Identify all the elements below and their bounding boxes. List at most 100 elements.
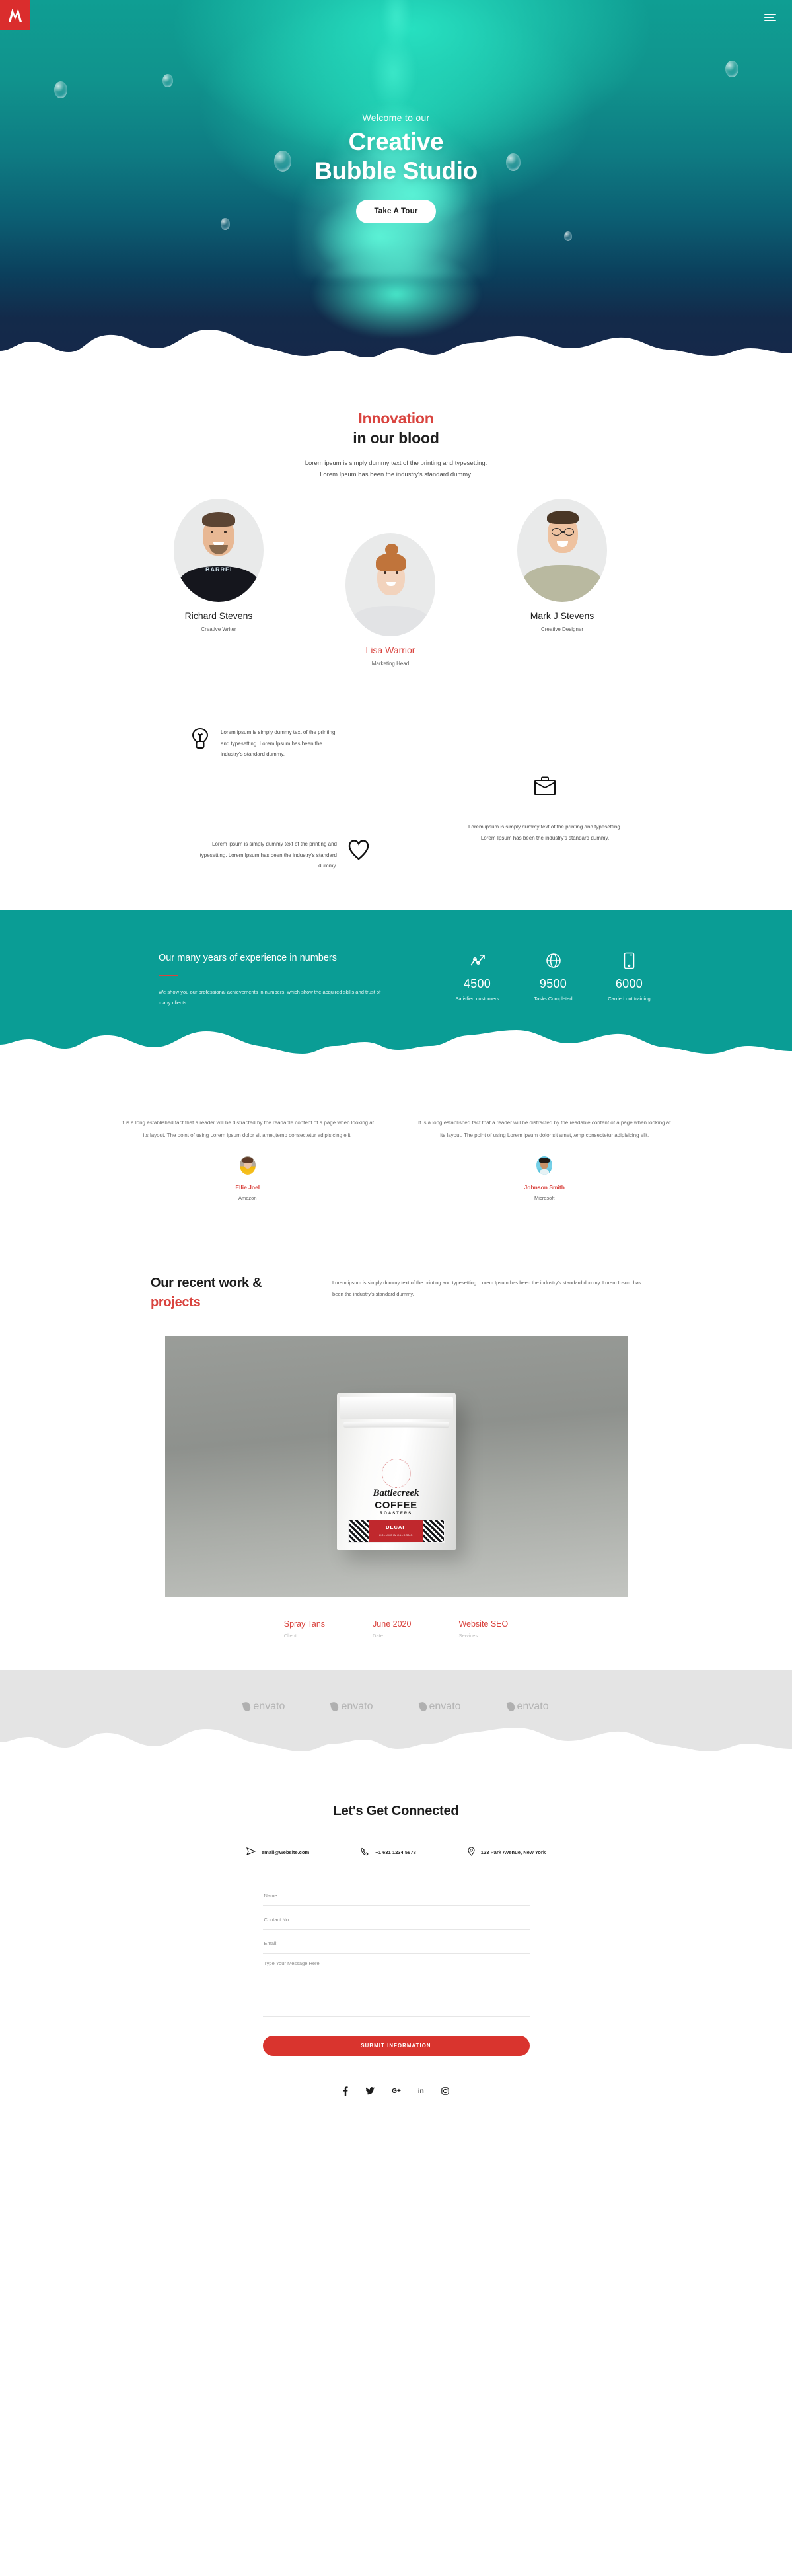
contact-heading: Let's Get Connected: [333, 1804, 459, 1819]
phone-icon: [361, 1847, 369, 1857]
contact-phone[interactable]: +1 631 1234 5678: [361, 1847, 416, 1857]
facebook-icon[interactable]: [343, 2086, 348, 2096]
stat-number: 9500: [539, 977, 567, 991]
team-member-name: Mark J Stevens: [530, 610, 594, 622]
footer-social-bar: G+ in: [0, 2056, 792, 2113]
bag-seal-circle: [381, 1459, 411, 1489]
bag-zipper: [343, 1422, 449, 1428]
team-member-card[interactable]: Lisa Warrior Marketing Head: [331, 533, 450, 667]
team-member-role: Creative Writer: [201, 626, 236, 633]
twitter-icon[interactable]: [365, 2086, 375, 2096]
avatar: [239, 1156, 256, 1175]
product-origin: COLUMBIA CALDONO: [378, 1533, 414, 1537]
coffee-bag-graphic: Battlecreek COFFEE ROASTERS DECAF COLUMB…: [336, 1393, 456, 1551]
name-field-wrapper: [262, 1882, 530, 1907]
message-field-wrapper: [262, 1954, 530, 2018]
innovation-title-accent: Innovation: [358, 410, 434, 427]
innovation-title: in our blood: [353, 429, 439, 447]
stats-paragraph: We show you our professional achievement…: [159, 988, 381, 1006]
stat-label: Tasks Completed: [534, 996, 573, 1002]
email-input[interactable]: [264, 1940, 528, 1947]
client-logo[interactable]: envato: [242, 1701, 285, 1712]
client-logo-name: envato: [253, 1701, 285, 1712]
linkedin-icon[interactable]: in: [418, 2086, 424, 2096]
contact-section: Let's Get Connected email@website.com +1…: [0, 1752, 792, 2057]
hero-title-line-2: Bubble Studio: [314, 157, 478, 184]
product-label: DECAF COLUMBIA CALDONO: [347, 1520, 445, 1543]
projects-description: Lorem ipsum is simply dummy text of the …: [332, 1280, 641, 1298]
contact-no-input[interactable]: [264, 1917, 528, 1923]
project-meta-item: Spray Tans Client: [284, 1619, 325, 1638]
stat-label: Carried out training: [608, 996, 651, 1002]
briefcase-icon: [534, 776, 556, 799]
email-field-wrapper: [262, 1930, 530, 1954]
contact-form: SUBMIT INFORMATION: [262, 1882, 530, 2057]
project-meta: Spray Tans Client June 2020 Date Website…: [0, 1619, 792, 1638]
team-member-card[interactable]: BARREL Richard Stevens Creative Writer: [159, 499, 278, 632]
client-logo[interactable]: envato: [506, 1701, 549, 1712]
innovation-subtitle-line-1: Lorem ipsum is simply dummy text of the …: [305, 460, 487, 467]
avatar: [517, 499, 607, 603]
hero-section: Welcome to our Creative Bubble Studio Ta…: [0, 0, 792, 362]
innovation-section: Innovation in our blood Lorem ipsum is s…: [0, 362, 792, 480]
project-meta-value: June 2020: [373, 1619, 412, 1629]
team-member-name: Richard Stevens: [184, 610, 253, 622]
projects-title-line-2: projects: [151, 1295, 201, 1310]
contact-address[interactable]: 123 Park Avenue, New York: [468, 1847, 546, 1857]
testimonial-company: Microsoft: [534, 1195, 555, 1202]
testimonial-name: Ellie Joel: [235, 1184, 260, 1191]
feature-text: Lorem ipsum is simply dummy text of the …: [221, 729, 336, 757]
projects-title: Our recent work & projects: [151, 1274, 316, 1312]
submit-information-button[interactable]: SUBMIT INFORMATION: [262, 2036, 530, 2057]
features-section: Lorem ipsum is simply dummy text of the …: [0, 704, 792, 902]
project-meta-label: Client: [283, 1633, 297, 1639]
hamburger-menu-icon[interactable]: [764, 14, 776, 21]
envato-leaf-icon: [506, 1701, 515, 1712]
client-logo-name: envato: [341, 1701, 373, 1712]
contact-email-text: email@website.com: [261, 1849, 310, 1855]
hero-wave-divider: [0, 330, 792, 362]
avatar: BARREL: [174, 499, 264, 603]
product-name: COFFEE: [375, 1500, 417, 1512]
name-input[interactable]: [264, 1893, 528, 1899]
instagram-icon[interactable]: [441, 2086, 449, 2096]
google-plus-icon[interactable]: G+: [392, 2086, 401, 2096]
hero-welcome-text: Welcome to our: [362, 112, 430, 123]
contact-email[interactable]: email@website.com: [246, 1847, 309, 1857]
send-icon: [246, 1847, 256, 1857]
testimonial-quote: It is a long established fact that a rea…: [418, 1119, 671, 1138]
team-member-card[interactable]: Mark J Stevens Creative Designer: [503, 499, 622, 632]
stat-item: 9500 Tasks Completed: [515, 951, 591, 1008]
clients-section: envato envato envato envato: [0, 1670, 792, 1753]
product-sub: ROASTERS: [379, 1512, 413, 1516]
team-member-name: Lisa Warrior: [365, 645, 415, 656]
innovation-subtitle-line-2: Lorem Ipsum has been the industry's stan…: [320, 471, 472, 479]
stats-intro: Our many years of experience in numbers …: [159, 951, 390, 1008]
client-logo-name: envato: [517, 1701, 549, 1712]
testimonials-section: It is a long established fact that a rea…: [0, 1054, 792, 1202]
take-a-tour-button[interactable]: Take A Tour: [356, 200, 436, 224]
testimonial-card: It is a long established fact that a rea…: [119, 1117, 377, 1202]
contact-phone-text: +1 631 1234 5678: [375, 1849, 416, 1855]
project-meta-item: Website SEO Services: [458, 1619, 508, 1638]
hero-content: Welcome to our Creative Bubble Studio Ta…: [0, 0, 792, 224]
team-member-role: Creative Designer: [540, 626, 584, 633]
stat-number: 6000: [615, 977, 643, 991]
brand-logo[interactable]: [0, 0, 30, 30]
stat-item: 6000 Carried out training: [591, 951, 667, 1008]
projects-title-line-1: Our recent work &: [151, 1276, 262, 1291]
testimonial-name: Johnson Smith: [524, 1184, 565, 1191]
lightbulb-icon: [190, 727, 210, 753]
stat-item: 4500 Satisfied customers: [439, 951, 515, 1008]
client-logo[interactable]: envato: [330, 1701, 373, 1712]
label-stripes-left: [348, 1520, 370, 1543]
project-image[interactable]: Battlecreek COFFEE ROASTERS DECAF COLUMB…: [164, 1336, 628, 1598]
stats-heading: Our many years of experience in numbers: [159, 953, 337, 964]
envato-leaf-icon: [242, 1701, 252, 1712]
projects-section: Our recent work & projects Lorem ipsum i…: [0, 1201, 792, 1638]
client-logo[interactable]: envato: [418, 1701, 461, 1712]
feature-text: Lorem ipsum is simply dummy text of the …: [468, 824, 622, 841]
testimonial-card: It is a long established fact that a rea…: [416, 1117, 674, 1202]
message-textarea[interactable]: [264, 1960, 528, 1985]
hero-title: Creative Bubble Studio: [0, 128, 792, 185]
